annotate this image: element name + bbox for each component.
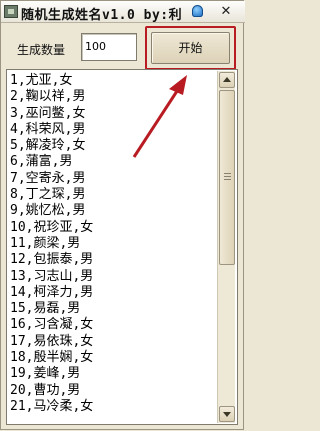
list-item[interactable]: 7,空寄永,男 xyxy=(10,171,215,187)
count-input[interactable]: 100 xyxy=(81,33,137,61)
list-item[interactable]: 11,颜梁,男 xyxy=(10,236,215,252)
grip-line xyxy=(224,179,231,180)
list-item[interactable]: 17,易依珠,女 xyxy=(10,334,215,350)
list-item[interactable]: 6,蒲富,男 xyxy=(10,154,215,170)
list-item[interactable]: 16,习含凝,女 xyxy=(10,317,215,333)
list-item[interactable]: 8,丁之琛,男 xyxy=(10,187,215,203)
list-item[interactable]: 20,曹功,男 xyxy=(10,383,215,399)
list-item[interactable]: 12,包振泰,男 xyxy=(10,252,215,268)
list-item[interactable]: 4,科荣风,男 xyxy=(10,122,215,138)
count-label: 生成数量 xyxy=(17,43,66,57)
list-item[interactable]: 21,马冷柔,女 xyxy=(10,399,215,415)
title-bar[interactable]: 随机生成姓名v1.0 by:利 ✕ xyxy=(1,1,245,23)
list-item[interactable]: 19,姜峰,男 xyxy=(10,366,215,382)
list-item[interactable]: 2,鞠以祥,男 xyxy=(10,89,215,105)
app-window: 随机生成姓名v1.0 by:利 ✕ 生成数量 100 开始 1,尤亚,女 2,鞠以… xyxy=(0,0,245,430)
start-button[interactable]: 开始 xyxy=(151,32,230,64)
list-item[interactable]: 1,尤亚,女 xyxy=(10,73,215,89)
name-list: 1,尤亚,女 2,鞠以祥,男 3,巫问鳖,女 4,科荣风,男 5,解凌玲,女 6,蒲富,男… xyxy=(10,73,215,415)
grip-line xyxy=(224,173,231,174)
close-button[interactable]: ✕ xyxy=(214,4,238,19)
list-item[interactable]: 13,习志山,男 xyxy=(10,269,215,285)
pin-icon[interactable] xyxy=(192,5,203,17)
list-item[interactable]: 10,祝珍亚,女 xyxy=(10,220,215,236)
vertical-scrollbar[interactable] xyxy=(217,71,235,423)
scroll-down-arrow-icon[interactable] xyxy=(219,406,235,422)
list-item[interactable]: 14,柯泽力,男 xyxy=(10,285,215,301)
grip-line xyxy=(224,176,231,177)
list-item[interactable]: 5,解凌玲,女 xyxy=(10,138,215,154)
scrollbar-thumb[interactable] xyxy=(219,90,235,265)
list-item[interactable]: 3,巫问鳖,女 xyxy=(10,106,215,122)
list-item[interactable]: 18,殷半娴,女 xyxy=(10,350,215,366)
list-item[interactable]: 15,易磊,男 xyxy=(10,301,215,317)
scroll-up-arrow-icon[interactable] xyxy=(219,72,235,88)
window-title: 随机生成姓名v1.0 by:利 xyxy=(21,8,183,23)
app-icon xyxy=(4,5,18,18)
name-list-box[interactable]: 1,尤亚,女 2,鞠以祥,男 3,巫问鳖,女 4,科荣风,男 5,解凌玲,女 6,蒲富,男… xyxy=(6,69,238,425)
list-item[interactable]: 9,姚忆松,男 xyxy=(10,203,215,219)
